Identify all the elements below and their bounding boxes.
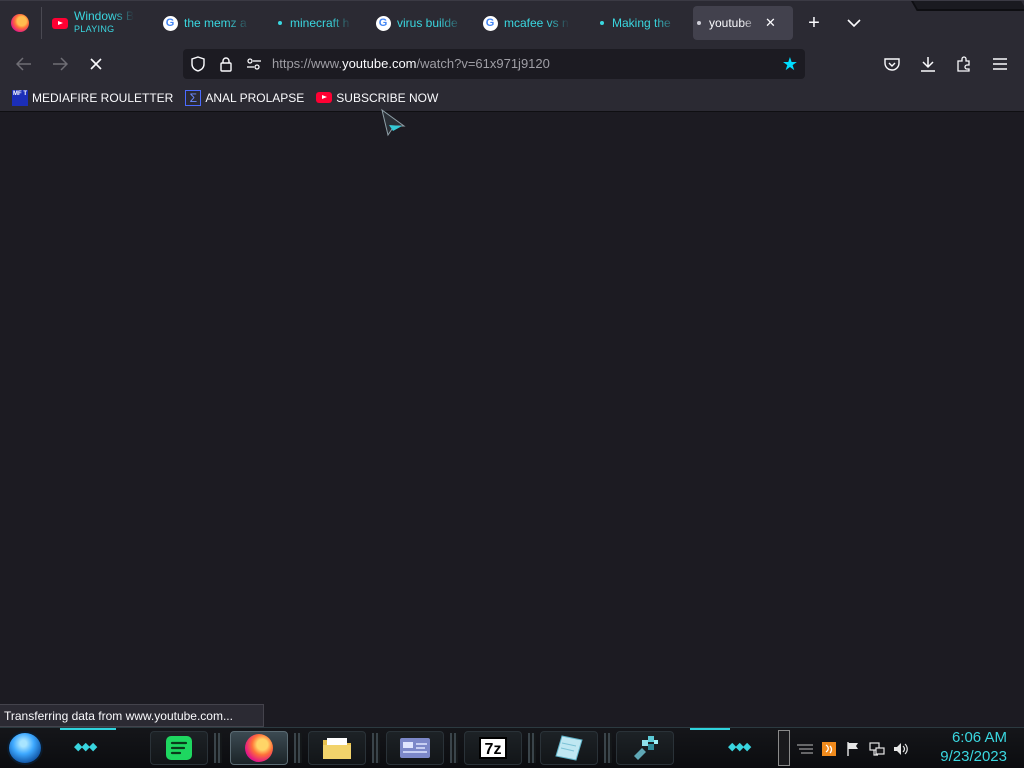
google-icon: G [375, 15, 391, 31]
firefox-icon [245, 734, 273, 762]
notepad-icon [555, 735, 583, 761]
taskbar-firefox[interactable] [230, 731, 288, 765]
status-panel: Transferring data from www.youtube.com..… [0, 704, 264, 727]
tab-youtube-active[interactable]: youtube ✕ [693, 6, 793, 40]
youtube-icon [52, 15, 68, 31]
bookmark-label: MEDIAFIRE ROULETTER [32, 90, 174, 105]
taskbar-divider [214, 733, 222, 763]
tab-memz[interactable]: G the memz a [162, 5, 262, 41]
bookmark-star-icon[interactable]: ★ [781, 55, 799, 73]
taskbar-minecraft[interactable] [616, 731, 674, 765]
tracking-protection-shield-icon[interactable] [190, 56, 206, 72]
taskbar: ◆◆◆ 7z ◆◆◆ 6:06 AM 9/23/2023 [0, 727, 1024, 768]
back-button[interactable] [12, 52, 36, 76]
control-panel-icon [400, 738, 430, 758]
titlebar-decoration [911, 1, 1024, 11]
taskbar-spotify[interactable] [150, 731, 208, 765]
taskbar-accent-line [690, 728, 730, 730]
tab-making[interactable]: Making the [596, 5, 688, 41]
google-icon: G [482, 15, 498, 31]
7zip-icon: 7z [479, 737, 507, 759]
extensions-icon[interactable] [952, 52, 976, 76]
mediafire-icon: MF T [12, 89, 28, 106]
system-tray [796, 738, 916, 760]
navigation-toolbar: https://www.youtube.com/watch?v=61x971j9… [0, 44, 1024, 84]
tab-minecraft[interactable]: minecraft h [274, 5, 364, 41]
loading-dot-icon [600, 21, 604, 25]
downloads-icon[interactable] [916, 52, 940, 76]
show-desktop-button[interactable] [778, 730, 790, 766]
hamburger-menu-icon[interactable] [988, 52, 1012, 76]
site-permissions-icon[interactable] [246, 56, 262, 72]
java-update-icon[interactable] [820, 740, 838, 758]
loading-dot-icon [697, 21, 701, 25]
tab-mcafee[interactable]: G mcafee vs n [482, 5, 582, 41]
clock-date: 9/23/2023 [940, 748, 1007, 765]
page-content-area[interactable] [0, 113, 1024, 727]
taskbar-accent-line [60, 728, 116, 730]
spotify-icon [166, 736, 192, 760]
bookmark-label: SUBSCRIBE NOW [336, 90, 439, 105]
tab-strip: Windows B PLAYING G the memz a minecraft… [0, 0, 1024, 44]
list-all-tabs-button[interactable] [842, 11, 866, 35]
tab-title: youtube [709, 16, 752, 30]
sigma-icon: Σ [185, 89, 202, 106]
bookmark-prolapse[interactable]: Σ ANAL PROLAPSE [185, 87, 304, 109]
volume-icon[interactable] [892, 740, 910, 758]
folder-icon [323, 738, 351, 759]
bookmark-label: ANAL PROLAPSE [205, 90, 305, 105]
tab-windows[interactable]: Windows B PLAYING [52, 5, 144, 41]
network-icon[interactable] [868, 740, 886, 758]
tab-playing-label: PLAYING [74, 24, 115, 34]
taskbar-divider [604, 733, 612, 763]
tab-virus-builder[interactable]: G virus builde [375, 5, 475, 41]
taskbar-divider [528, 733, 536, 763]
taskbar-control-panel[interactable] [386, 731, 444, 765]
tray-overflow-icon[interactable] [796, 740, 814, 758]
address-bar[interactable]: https://www.youtube.com/watch?v=61x971j9… [183, 49, 805, 79]
youtube-icon [316, 92, 333, 103]
forward-button[interactable] [48, 52, 72, 76]
google-icon: G [162, 15, 178, 31]
taskbar-divider [372, 733, 380, 763]
taskbar-decoration: ◆◆◆ [728, 741, 751, 753]
mouse-cursor-icon [381, 108, 406, 137]
lock-icon[interactable] [218, 56, 234, 72]
taskbar-divider [294, 733, 302, 763]
taskbar-decoration: ◆◆◆ [74, 741, 97, 753]
system-clock[interactable]: 6:06 AM 9/23/2023 [917, 728, 1007, 766]
stop-loading-button[interactable] [84, 52, 108, 76]
tab-title: mcafee vs n [504, 16, 569, 30]
tab-title: minecraft h [290, 16, 350, 30]
screen: Windows B PLAYING G the memz a minecraft… [0, 0, 1024, 768]
bookmarks-toolbar: MF T MEDIAFIRE ROULETTER Σ ANAL PROLAPSE… [0, 84, 1024, 112]
start-button[interactable] [7, 731, 43, 765]
close-tab-icon[interactable]: ✕ [765, 15, 776, 31]
taskbar-7zip[interactable]: 7z [464, 731, 522, 765]
action-center-flag-icon[interactable] [844, 740, 862, 758]
url-text[interactable]: https://www.youtube.com/watch?v=61x971j9… [272, 56, 550, 71]
taskbar-file-explorer[interactable] [308, 731, 366, 765]
taskbar-notepad[interactable] [540, 731, 598, 765]
tab-title: Windows B [74, 10, 134, 23]
pocket-icon[interactable] [880, 52, 904, 76]
loading-dot-icon [278, 21, 282, 25]
minecraft-icon [634, 736, 658, 760]
tab-separator [41, 7, 42, 39]
tab-title: Making the [612, 16, 671, 30]
taskbar-divider [450, 733, 458, 763]
new-tab-button[interactable]: + [802, 11, 826, 35]
firefox-menu-icon[interactable] [11, 14, 29, 32]
tab-title: virus builde [397, 16, 458, 30]
bookmark-subscribe[interactable]: SUBSCRIBE NOW [316, 87, 438, 109]
tab-title: the memz a [184, 16, 247, 30]
bookmark-mediafire[interactable]: MF T MEDIAFIRE ROULETTER [12, 87, 173, 109]
clock-time: 6:06 AM [951, 729, 1007, 746]
